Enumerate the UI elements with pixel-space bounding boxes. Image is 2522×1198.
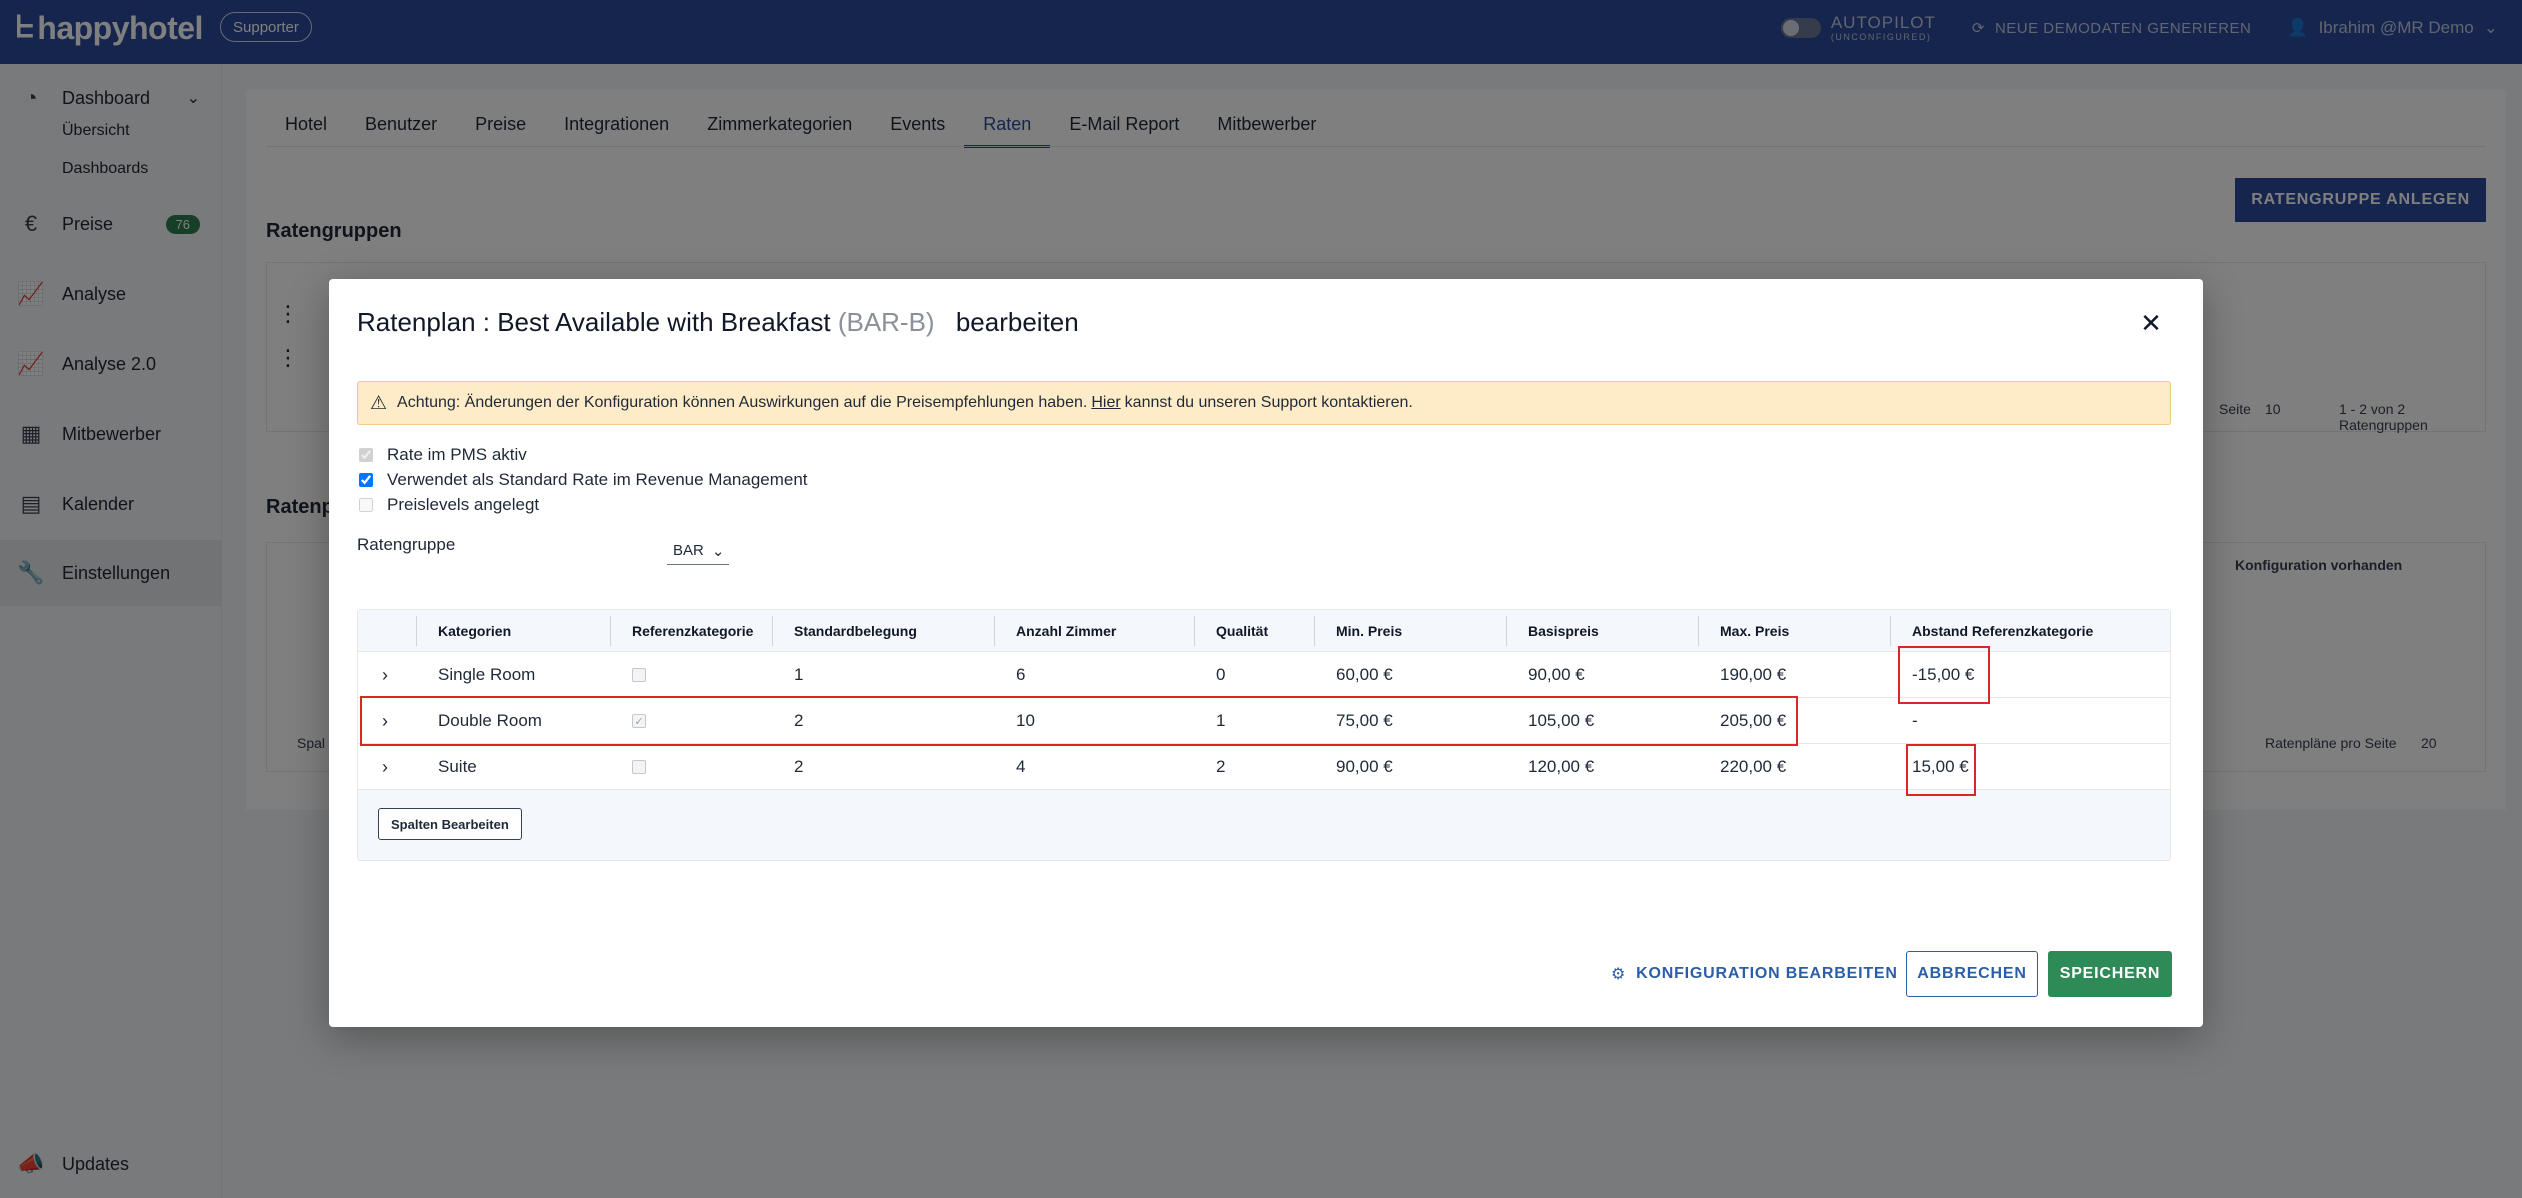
edit-rate-plan-dialog: Ratenplan : Best Available with Breakfas… (329, 279, 2203, 1027)
warning-alert: ⚠ Achtung: Änderungen der Konfiguration … (357, 381, 2171, 425)
chevron-right-icon[interactable]: › (382, 711, 388, 732)
table-row[interactable]: › Double Room ✓ 2 10 1 75,00 € 105,00 € … (358, 698, 2170, 744)
pms-active-check[interactable] (359, 448, 373, 462)
rate-group-select[interactable]: BAR ⌄ (667, 537, 729, 565)
cell-basispreis: 90,00 € (1528, 665, 1585, 684)
column-header-abstand[interactable]: Abstand Referenzkategorie (1912, 610, 2093, 652)
cell-min-preis: 60,00 € (1336, 665, 1393, 684)
column-header-referenzkategorie[interactable]: Referenzkategorie (632, 610, 753, 652)
price-levels-check[interactable] (359, 498, 373, 512)
price-levels-checkbox[interactable]: Preislevels angelegt (359, 495, 539, 515)
reference-checkbox[interactable] (632, 668, 646, 682)
chevron-right-icon[interactable]: › (382, 665, 388, 686)
cell-standardbelegung: 1 (794, 665, 804, 684)
cell-max-preis: 190,00 € (1720, 665, 1787, 684)
reference-checkbox[interactable]: ✓ (632, 714, 646, 728)
reference-checkbox[interactable] (632, 760, 646, 774)
column-header-min-preis[interactable]: Min. Preis (1336, 610, 1402, 652)
chevron-right-icon[interactable]: › (382, 757, 388, 778)
warning-icon: ⚠ (370, 392, 388, 414)
table-header: Kategorien Referenzkategorie Standardbel… (358, 610, 2170, 652)
column-header-basispreis[interactable]: Basispreis (1528, 610, 1599, 652)
rate-group-label: Ratengruppe (357, 535, 456, 554)
column-header-kategorien[interactable]: Kategorien (438, 610, 511, 652)
cell-anzahl-zimmer: 6 (1016, 665, 1026, 684)
save-button[interactable]: SPEICHERN (2048, 951, 2172, 997)
support-link[interactable]: Hier (1091, 394, 1120, 412)
cell-kategorie: Double Room (438, 711, 542, 730)
cell-kategorie: Suite (438, 757, 477, 776)
cell-kategorie: Single Room (438, 665, 536, 684)
cell-standardbelegung: 2 (794, 757, 804, 776)
edit-columns-button[interactable]: Spalten Bearbeiten (378, 808, 522, 840)
cell-basispreis: 105,00 € (1528, 711, 1595, 730)
cell-max-preis: 220,00 € (1720, 757, 1787, 776)
rate-code: (BAR-B) (837, 307, 935, 337)
cell-abstand: -15,00 € (1912, 665, 1975, 684)
cancel-button[interactable]: ABBRECHEN (1906, 951, 2038, 997)
cell-abstand: - (1912, 711, 1918, 730)
cell-abstand: 15,00 € (1912, 757, 1969, 776)
cell-qualitaet: 0 (1216, 665, 1226, 684)
column-header-max-preis[interactable]: Max. Preis (1720, 610, 1789, 652)
pms-active-checkbox[interactable]: Rate im PMS aktiv (359, 445, 527, 465)
standard-rate-checkbox[interactable]: Verwendet als Standard Rate im Revenue M… (359, 470, 808, 490)
column-header-anzahl-zimmer[interactable]: Anzahl Zimmer (1016, 610, 1116, 652)
cell-anzahl-zimmer: 10 (1016, 711, 1035, 730)
standard-rate-check[interactable] (359, 473, 373, 487)
cell-qualitaet: 2 (1216, 757, 1226, 776)
cell-min-preis: 90,00 € (1336, 757, 1393, 776)
column-header-qualitaet[interactable]: Qualität (1216, 610, 1268, 652)
cell-qualitaet: 1 (1216, 711, 1226, 730)
dialog-title: Ratenplan : Best Available with Breakfas… (357, 307, 1079, 337)
cell-max-preis: 205,00 € (1720, 711, 1787, 730)
close-icon[interactable]: ✕ (2139, 310, 2163, 336)
cell-min-preis: 75,00 € (1336, 711, 1393, 730)
cell-standardbelegung: 2 (794, 711, 804, 730)
table-row[interactable]: › Suite 2 4 2 90,00 € 120,00 € 220,00 € … (358, 744, 2170, 790)
table-row[interactable]: › Single Room 1 6 0 60,00 € 90,00 € 190,… (358, 652, 2170, 698)
cell-basispreis: 120,00 € (1528, 757, 1595, 776)
gear-icon: ⚙ (1611, 966, 1627, 983)
categories-table: Kategorien Referenzkategorie Standardbel… (357, 609, 2171, 861)
cell-anzahl-zimmer: 4 (1016, 757, 1026, 776)
column-header-standardbelegung[interactable]: Standardbelegung (794, 610, 917, 652)
edit-configuration-button[interactable]: ⚙ KONFIGURATION BEARBEITEN (1611, 951, 1898, 997)
chevron-down-icon: ⌄ (711, 542, 725, 560)
